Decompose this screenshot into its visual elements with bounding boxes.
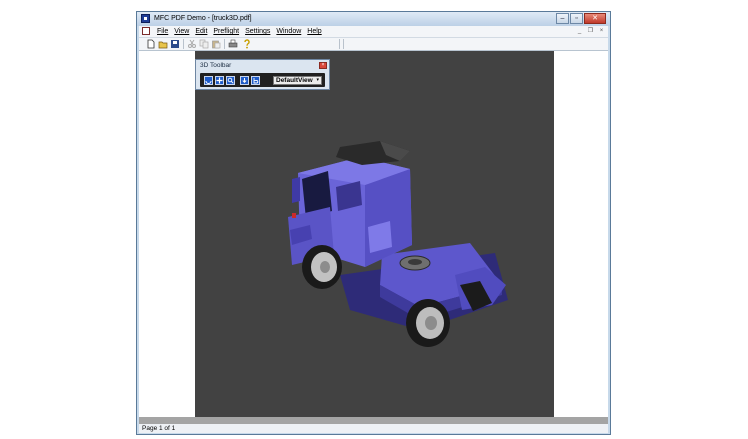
menu-bar: File View Edit Preflight Settings Window…: [139, 26, 608, 38]
paste-icon[interactable]: [211, 39, 221, 49]
open-folder-icon[interactable]: [158, 39, 168, 49]
rear-wheel-hub: [425, 316, 437, 330]
window-title: MFC PDF Demo - [truck3D.pdf]: [154, 15, 252, 22]
toolbar-separator: [183, 39, 184, 49]
menu-file[interactable]: File: [157, 27, 168, 36]
help-icon[interactable]: [242, 39, 252, 49]
pdf-page-margin-left: [139, 51, 195, 417]
3d-toolbar-title: 3D Toolbar: [200, 62, 232, 69]
menu-window[interactable]: Window: [276, 27, 301, 36]
side-mirror: [292, 177, 300, 203]
mdi-minimize-button[interactable]: _: [575, 27, 584, 35]
maximize-button[interactable]: ▫: [570, 13, 583, 24]
status-bar: Page 1 of 1: [139, 424, 608, 433]
toolbar-separator: [339, 39, 340, 49]
fly-icon[interactable]: [251, 76, 260, 85]
new-document-icon[interactable]: [146, 39, 156, 49]
status-text: Page 1 of 1: [142, 425, 176, 432]
copy-icon[interactable]: [199, 39, 209, 49]
pdf-page-margin-right: [554, 51, 608, 417]
3d-toolbar-buttons: DefaultView ▾: [200, 73, 325, 87]
main-toolbar: [139, 38, 608, 51]
document-icon[interactable]: [142, 27, 150, 35]
mdi-controls: _ ❐ ×: [573, 27, 606, 35]
view-select-value: DefaultView: [276, 77, 313, 84]
pan-icon[interactable]: [215, 76, 224, 85]
menu-edit[interactable]: Edit: [195, 27, 207, 36]
fifth-wheel-hub: [408, 259, 422, 265]
cut-icon[interactable]: [187, 39, 197, 49]
menu-items: File View Edit Preflight Settings Window…: [157, 27, 328, 36]
menu-view[interactable]: View: [174, 27, 189, 36]
title-bar[interactable]: MFC PDF Demo - [truck3D.pdf] – ▫ ✕: [137, 12, 610, 26]
view-select-dropdown[interactable]: DefaultView ▾: [273, 76, 322, 85]
window-controls: – ▫ ✕: [555, 13, 606, 24]
rotate-icon[interactable]: [204, 76, 213, 85]
3d-toolbar-close-button[interactable]: ×: [319, 62, 327, 69]
toolbar-separator: [224, 39, 225, 49]
truck-3d-model[interactable]: [270, 135, 515, 350]
toolbar-separator: [343, 39, 344, 49]
menu-settings[interactable]: Settings: [245, 27, 270, 36]
chevron-down-icon: ▾: [316, 77, 319, 83]
menu-preflight[interactable]: Preflight: [213, 27, 239, 36]
front-wheel-hub: [320, 261, 330, 273]
minimize-button[interactable]: –: [556, 13, 569, 24]
app-icon[interactable]: [141, 14, 150, 23]
save-icon[interactable]: [170, 39, 180, 49]
horizontal-scrollbar[interactable]: [139, 417, 608, 424]
menu-help[interactable]: Help: [307, 27, 321, 36]
3d-toolbar-panel[interactable]: 3D Toolbar × DefaultView ▾: [195, 59, 330, 90]
print-icon[interactable]: [228, 39, 238, 49]
mdi-close-button[interactable]: ×: [597, 27, 606, 35]
zoom-icon[interactable]: [226, 76, 235, 85]
walk-icon[interactable]: [240, 76, 249, 85]
front-light: [292, 213, 296, 218]
close-button[interactable]: ✕: [584, 13, 606, 24]
mdi-restore-button[interactable]: ❐: [586, 27, 595, 35]
